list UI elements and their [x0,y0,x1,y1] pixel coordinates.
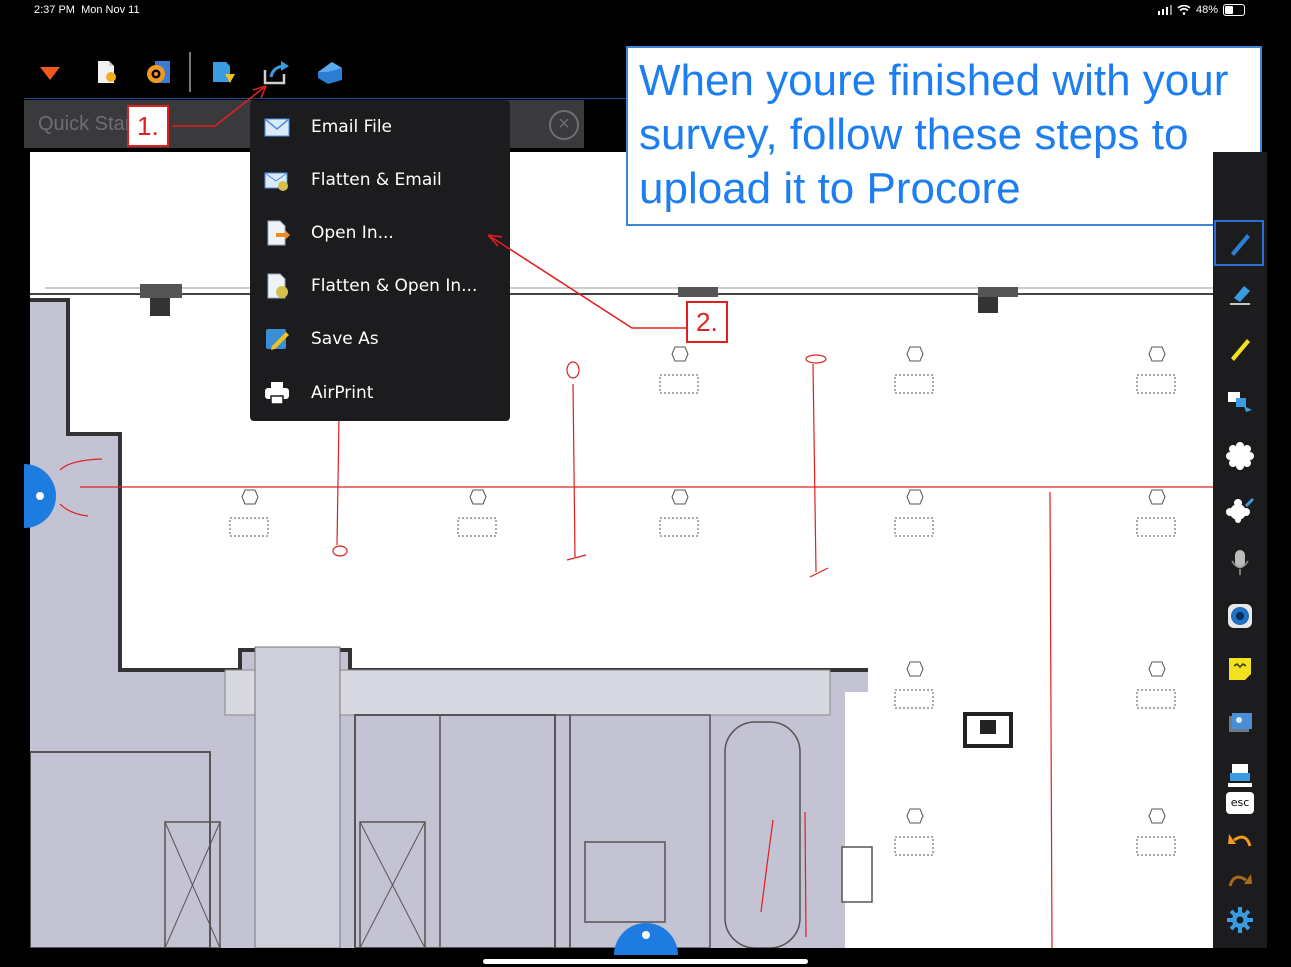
pen-icon[interactable] [1226,229,1254,257]
right-toolbar: esc [1213,152,1267,948]
left-drawer-handle[interactable] [24,464,58,528]
stamp-icon[interactable] [1226,761,1254,789]
photo-icon[interactable] [1226,708,1254,736]
callout-text: When youre finished with your survey, fo… [639,56,1229,213]
esc-key-icon[interactable]: esc [1226,792,1254,814]
highlighter-icon[interactable] [1226,334,1254,362]
microphone-icon[interactable] [1226,548,1254,576]
step-2-badge: 2. [686,301,728,343]
camera-lens-icon[interactable] [1226,602,1254,630]
cloud-edit-icon[interactable] [1226,496,1254,524]
home-indicator [483,959,808,964]
shape-select-icon[interactable] [1226,388,1254,416]
cloud-shape-icon[interactable] [1226,442,1254,470]
undo-icon[interactable] [1226,828,1254,856]
settings-gear-icon[interactable] [1226,906,1254,934]
step-1-badge: 1. [127,105,169,147]
redo-icon[interactable] [1226,868,1254,896]
sticky-note-icon[interactable] [1226,655,1254,683]
instruction-callout: When youre finished with your survey, fo… [626,46,1262,226]
eraser-icon[interactable] [1226,280,1254,308]
bottom-drawer-handle[interactable] [614,921,678,955]
